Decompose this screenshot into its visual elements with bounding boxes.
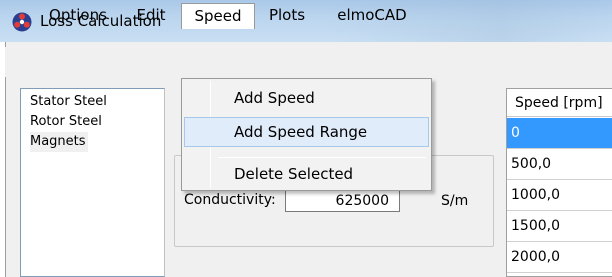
grid-row[interactable]: 500,0	[507, 149, 612, 180]
app-logo-icon	[12, 12, 32, 32]
menu-item-add-speed[interactable]: Add Speed	[184, 83, 429, 113]
grid-row[interactable]: 1000,0	[507, 180, 612, 211]
list-item-stator-steel[interactable]: Stator Steel	[30, 92, 107, 112]
speed-dropdown-menu: Add Speed Add Speed Range Delete Selecte…	[181, 78, 432, 191]
menu-bar	[5, 47, 612, 77]
menu-plots[interactable]: Plots	[258, 3, 316, 29]
menu-speed[interactable]: Speed	[181, 3, 255, 29]
menu-options[interactable]: Options	[33, 3, 123, 29]
menu-item-delete-selected[interactable]: Delete Selected	[184, 159, 429, 189]
speed-column-header[interactable]: Speed [rpm]	[507, 89, 612, 117]
conductivity-input[interactable]: 625000	[285, 190, 400, 212]
menu-item-add-speed-range[interactable]: Add Speed Range	[184, 117, 429, 147]
grid-row[interactable]: 0	[507, 118, 612, 149]
list-item-rotor-steel[interactable]: Rotor Steel	[30, 112, 102, 132]
menu-elmocad[interactable]: elmoCAD	[324, 3, 420, 29]
conductivity-unit: S/m	[441, 193, 469, 209]
speed-grid[interactable]: Speed [rpm] 0 500,0 1000,0 1500,0 2000,0	[506, 88, 612, 277]
grid-row[interactable]: 1500,0	[507, 211, 612, 242]
material-list[interactable]: Stator Steel Rotor Steel Magnets	[20, 88, 165, 277]
conductivity-label: Conductivity:	[184, 192, 276, 208]
grid-row[interactable]: 2000,0	[507, 242, 612, 273]
menu-edit[interactable]: Edit	[128, 3, 174, 29]
list-item-magnets[interactable]: Magnets	[30, 132, 88, 152]
menu-separator	[218, 157, 426, 158]
